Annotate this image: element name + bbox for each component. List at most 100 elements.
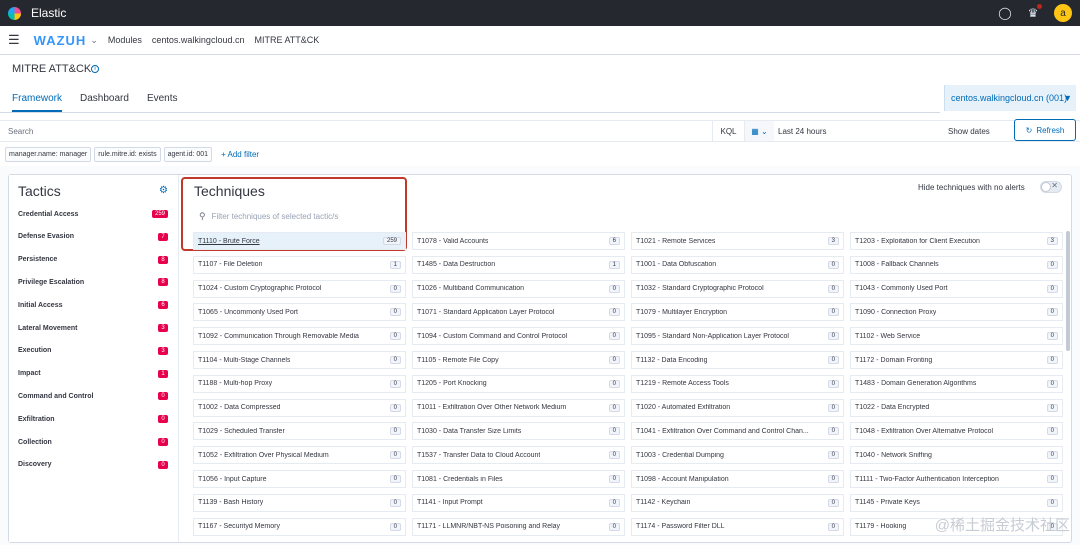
tactic-item[interactable]: Collection 0 xyxy=(18,435,168,449)
breadcrumb-agent[interactable]: centos.walkingcloud.cn xyxy=(152,35,245,45)
technique-card[interactable]: T1095 - Standard Non-Application Layer P… xyxy=(631,327,844,346)
technique-card[interactable]: T1107 - File Deletion 1 xyxy=(193,255,406,274)
agent-selector[interactable]: centos.walkingcloud.cn (001) ▼ xyxy=(944,85,1076,111)
filter-pill[interactable]: rule.mitre.id: exists xyxy=(94,146,161,162)
technique-card[interactable]: T1141 - Input Prompt 0 xyxy=(412,493,625,512)
tactic-item[interactable]: Initial Access 6 xyxy=(18,298,168,312)
pin-icon[interactable]: ▼ xyxy=(1063,93,1072,103)
technique-card[interactable]: T1094 - Custom Command and Control Proto… xyxy=(412,327,625,346)
tactic-label: Initial Access xyxy=(18,301,63,309)
technique-card[interactable]: T1203 - Exploitation for Client Executio… xyxy=(850,232,1063,250)
technique-card[interactable]: T1105 - Remote File Copy 0 xyxy=(412,351,625,369)
tactic-item[interactable]: Discovery 0 xyxy=(18,458,168,472)
technique-card[interactable]: T1052 - Exfiltration Over Physical Mediu… xyxy=(193,446,406,465)
technique-card[interactable]: T1003 - Credential Dumping 0 xyxy=(631,446,844,465)
tactic-item[interactable]: Execution 3 xyxy=(18,344,168,358)
technique-card[interactable]: T1172 - Domain Fronting 0 xyxy=(850,351,1063,369)
tactic-item[interactable]: Command and Control 0 xyxy=(18,389,168,403)
technique-card[interactable]: T1110 - Brute Force 259 xyxy=(193,232,406,250)
tab-events[interactable]: Events xyxy=(147,87,178,112)
technique-card[interactable]: T1078 - Valid Accounts 6 xyxy=(412,232,625,250)
help-icon[interactable]: ◯ xyxy=(998,6,1012,20)
technique-card[interactable]: T1065 - Uncommonly Used Port 0 xyxy=(193,303,406,322)
date-range[interactable]: Last 24 hours xyxy=(774,127,948,136)
tactic-item[interactable]: Persistence 8 xyxy=(18,253,168,267)
technique-card[interactable]: T1022 - Data Encrypted 0 xyxy=(850,398,1063,417)
tab-framework[interactable]: Framework xyxy=(12,87,63,112)
technique-card[interactable]: T1011 - Exfiltration Over Other Network … xyxy=(412,398,625,417)
tactic-item[interactable]: Exfiltration 0 xyxy=(18,412,168,426)
technique-card[interactable]: T1537 - Transfer Data to Cloud Account 0 xyxy=(412,446,625,465)
technique-card[interactable]: T1145 - Private Keys 0 xyxy=(850,493,1063,512)
technique-card[interactable]: T1071 - Standard Application Layer Proto… xyxy=(412,303,625,322)
technique-card[interactable]: T1139 - Bash History 0 xyxy=(193,493,406,512)
show-dates-button[interactable]: Show dates xyxy=(948,127,1006,136)
menu-icon[interactable]: ☰ xyxy=(8,32,20,48)
wazuh-logo[interactable]: WAZUH xyxy=(34,33,87,48)
technique-card[interactable]: T1040 - Network Sniffing 0 xyxy=(850,446,1063,465)
tactic-item[interactable]: Lateral Movement 3 xyxy=(18,321,168,335)
technique-card[interactable]: T1032 - Standard Cryptographic Protocol 0 xyxy=(631,279,844,298)
technique-card[interactable]: T1079 - Multilayer Encryption 0 xyxy=(631,303,844,322)
technique-card[interactable]: T1090 - Connection Proxy 0 xyxy=(850,303,1063,322)
tactic-label: Command and Control xyxy=(18,392,94,400)
technique-card[interactable]: T1219 - Remote Access Tools 0 xyxy=(631,374,844,393)
technique-label: T1022 - Data Encrypted xyxy=(855,404,930,412)
technique-card[interactable]: T1001 - Data Obfuscation 0 xyxy=(631,255,844,274)
technique-label: T1167 - Securityd Memory xyxy=(198,523,280,531)
tactic-item[interactable]: Impact 1 xyxy=(18,367,168,381)
technique-card[interactable]: T1483 - Domain Generation Algorithms 0 xyxy=(850,374,1063,393)
technique-card[interactable]: T1132 - Data Encoding 0 xyxy=(631,351,844,369)
technique-card[interactable]: T1174 - Password Filter DLL 0 xyxy=(631,517,844,536)
tactic-item[interactable]: Defense Evasion 7 xyxy=(18,230,168,244)
gear-icon[interactable]: ⚙ xyxy=(159,185,168,196)
chevron-down-icon[interactable]: ⌄ xyxy=(90,35,98,46)
filter-pill[interactable]: manager.name: manager xyxy=(5,146,92,162)
technique-card[interactable]: T1111 - Two-Factor Authentication Interc… xyxy=(850,470,1063,488)
technique-card[interactable]: T1081 - Credentials in Files 0 xyxy=(412,470,625,488)
technique-card[interactable]: T1002 - Data Compressed 0 xyxy=(193,398,406,417)
technique-card[interactable]: T1142 - Keychain 0 xyxy=(631,493,844,512)
technique-card[interactable]: T1043 - Commonly Used Port 0 xyxy=(850,279,1063,298)
tactic-item[interactable]: Credential Access 259 xyxy=(18,207,168,221)
technique-card[interactable]: T1021 - Remote Services 3 xyxy=(631,232,844,250)
elastic-logo-icon[interactable] xyxy=(8,6,21,20)
technique-card[interactable]: T1048 - Exfiltration Over Alternative Pr… xyxy=(850,422,1063,441)
technique-label: T1079 - Multilayer Encryption xyxy=(636,308,728,316)
technique-card[interactable]: T1104 - Multi-Stage Channels 0 xyxy=(193,351,406,369)
technique-card[interactable]: T1171 - LLMNR/NBT-NS Poisoning and Relay… xyxy=(412,517,625,536)
technique-card[interactable]: T1030 - Data Transfer Size Limits 0 xyxy=(412,422,625,441)
technique-card[interactable]: T1008 - Fallback Channels 0 xyxy=(850,255,1063,274)
technique-card[interactable]: T1024 - Custom Cryptographic Protocol 0 xyxy=(193,279,406,298)
tab-dashboard[interactable]: Dashboard xyxy=(80,87,129,112)
breadcrumb-modules[interactable]: Modules xyxy=(108,35,142,45)
refresh-button[interactable]: ↻ Refresh xyxy=(1014,119,1076,141)
filter-pill[interactable]: agent.id: 001 xyxy=(163,146,213,162)
technique-card[interactable]: T1020 - Automated Exfiltration 0 xyxy=(631,398,844,417)
search-input[interactable]: Search xyxy=(0,127,712,136)
tactic-count-badge: 8 xyxy=(158,255,168,264)
technique-card[interactable]: T1056 - Input Capture 0 xyxy=(193,470,406,488)
technique-count-badge: 0 xyxy=(389,427,401,436)
technique-card[interactable]: T1026 - Multiband Communication 0 xyxy=(412,279,625,298)
add-filter-button[interactable]: + Add filter xyxy=(221,150,259,159)
tactic-item[interactable]: Privilege Escalation 8 xyxy=(18,275,168,289)
avatar[interactable]: a xyxy=(1054,4,1072,22)
technique-count-badge: 0 xyxy=(827,356,839,364)
calendar-icon[interactable]: ▦ ⌄ xyxy=(744,121,774,141)
technique-card[interactable]: T1102 - Web Service 0 xyxy=(850,327,1063,346)
technique-card[interactable]: T1029 - Scheduled Transfer 0 xyxy=(193,422,406,441)
technique-card[interactable]: T1205 - Port Knocking 0 xyxy=(412,374,625,393)
technique-card[interactable]: T1098 - Account Manipulation 0 xyxy=(631,470,844,488)
technique-card[interactable]: T1167 - Securityd Memory 0 xyxy=(193,517,406,536)
news-icon[interactable]: ♛ xyxy=(1026,4,1042,20)
technique-card[interactable]: T1485 - Data Destruction 1 xyxy=(412,255,625,274)
info-icon[interactable]: i xyxy=(91,65,99,73)
kql-toggle[interactable]: KQL xyxy=(712,121,744,141)
hide-no-alerts-toggle[interactable]: ✕ xyxy=(1040,181,1062,193)
technique-card[interactable]: T1041 - Exfiltration Over Command and Co… xyxy=(631,422,844,441)
technique-card[interactable]: T1188 - Multi-hop Proxy 0 xyxy=(193,374,406,393)
technique-label: T1011 - Exfiltration Over Other Network … xyxy=(417,404,567,412)
scrollbar[interactable] xyxy=(1066,231,1070,351)
technique-card[interactable]: T1092 - Communication Through Removable … xyxy=(193,327,406,346)
